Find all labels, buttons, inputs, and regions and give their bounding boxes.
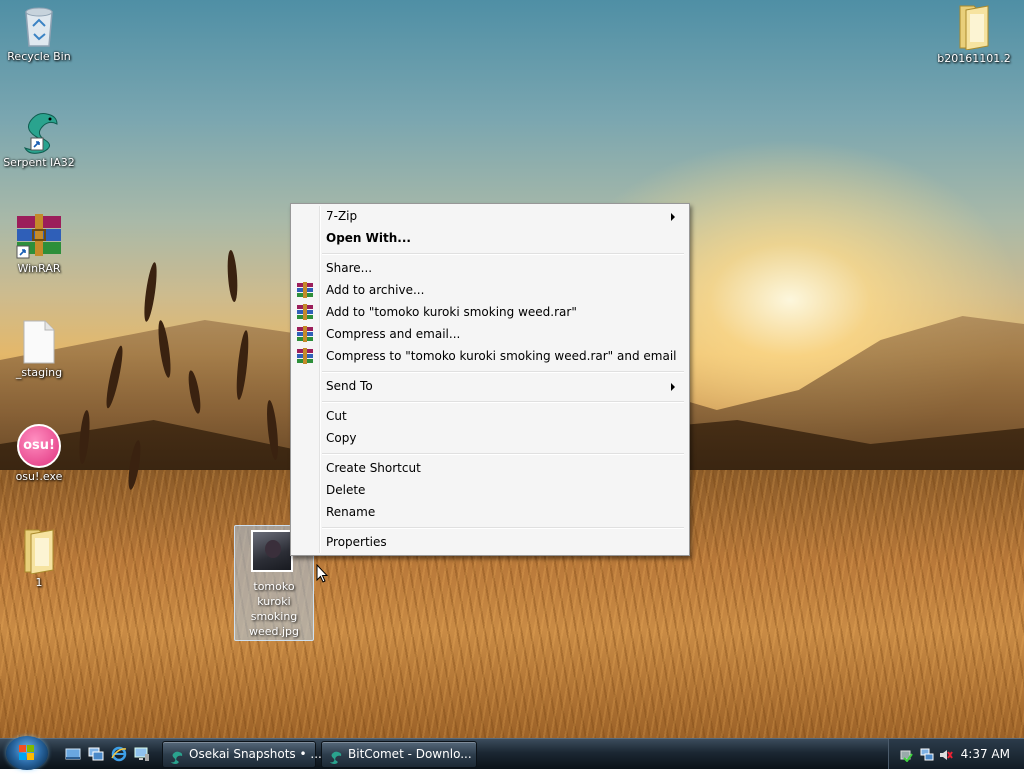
winrar-icon — [297, 348, 313, 364]
desktop-icon-folder-1[interactable]: 1 — [1, 526, 77, 590]
desktop-icon-recycle-bin[interactable]: Recycle Bin — [1, 4, 77, 64]
windows-logo-icon — [19, 745, 34, 760]
desktop-icon-folder-b20161101[interactable]: b20161101.2 — [936, 2, 1012, 66]
recycle-bin-icon — [21, 4, 57, 48]
desktop-icon-label: Recycle Bin — [7, 50, 71, 63]
menu-item-share[interactable]: Share... — [293, 257, 685, 279]
image-thumbnail-icon — [251, 530, 293, 572]
desktop-icon-label: 1 — [35, 576, 43, 589]
menu-item-compress-and-email[interactable]: Compress and email... — [293, 323, 685, 345]
menu-item-create-shortcut[interactable]: Create Shortcut — [293, 457, 685, 479]
taskbar-button-bitcomet[interactable]: BitComet - Downlo... — [321, 741, 477, 768]
safely-remove-icon[interactable] — [899, 747, 913, 763]
system-tray: 4:37 AM — [888, 739, 1024, 769]
desktop-icon-osu[interactable]: osu! osu!.exe — [1, 424, 77, 484]
desktop-icon-serpent-ia32[interactable]: Serpent IA32 — [1, 108, 77, 170]
osu-icon: osu! — [17, 424, 61, 468]
mouse-cursor-icon — [316, 564, 328, 583]
menu-separator — [322, 453, 684, 455]
winrar-icon — [297, 326, 313, 342]
menu-separator — [322, 371, 684, 373]
submenu-arrow-icon — [671, 213, 675, 221]
menu-item-compress-to-rar-and-email[interactable]: Compress to "tomoko kuroki smoking weed.… — [293, 345, 685, 367]
osu-badge-text: osu! — [23, 438, 55, 453]
menu-item-7zip[interactable]: 7-Zip — [293, 205, 685, 227]
show-desktop-icon[interactable] — [65, 746, 81, 762]
winrar-icon — [15, 214, 63, 260]
menu-item-open-with[interactable]: Open With... — [293, 227, 685, 249]
menu-item-add-to-rar[interactable]: Add to "tomoko kuroki smoking weed.rar" — [293, 301, 685, 323]
taskbar: Osekai Snapshots • ... BitComet - Downlo… — [0, 736, 1024, 770]
desktop-icon-label: Serpent IA32 — [3, 156, 75, 169]
menu-item-send-to[interactable]: Send To — [293, 375, 685, 397]
menu-separator — [322, 401, 684, 403]
selected-file-label: tomoko kuroki smoking weed.jpg — [248, 580, 300, 638]
switch-windows-icon[interactable] — [88, 746, 104, 762]
context-menu: 7-Zip Open With... Share... Add to archi… — [290, 203, 690, 556]
desktop-icon-label: WinRAR — [17, 262, 61, 275]
bitcomet-icon — [329, 748, 342, 764]
desktop-icon-label: b20161101.2 — [937, 52, 1011, 65]
menu-separator — [322, 527, 684, 529]
computer-icon[interactable] — [134, 746, 150, 762]
taskbar-button-osekai-snapshots[interactable]: Osekai Snapshots • ... — [162, 741, 322, 768]
desktop[interactable]: Recycle Bin Serpent IA32 WinRAR _staging… — [0, 0, 1024, 738]
folder-icon — [21, 526, 57, 575]
network-icon[interactable] — [920, 747, 934, 761]
taskbar-clock[interactable]: 4:37 AM — [961, 739, 1010, 769]
desktop-icon-label: osu!.exe — [15, 470, 63, 483]
desktop-icon-winrar[interactable]: WinRAR — [1, 214, 77, 276]
folder-icon — [956, 2, 992, 51]
serpent-icon — [170, 748, 183, 764]
menu-separator — [322, 253, 684, 255]
internet-explorer-icon[interactable] — [111, 746, 127, 762]
grass-stalk — [141, 261, 160, 323]
volume-muted-icon[interactable] — [939, 747, 953, 761]
winrar-icon — [297, 304, 313, 320]
winrar-icon — [297, 282, 313, 298]
document-icon — [23, 320, 55, 364]
grass-stalk — [226, 249, 239, 303]
menu-item-copy[interactable]: Copy — [293, 427, 685, 449]
menu-item-rename[interactable]: Rename — [293, 501, 685, 523]
menu-item-add-to-archive[interactable]: Add to archive... — [293, 279, 685, 301]
menu-item-cut[interactable]: Cut — [293, 405, 685, 427]
menu-item-properties[interactable]: Properties — [293, 531, 685, 553]
submenu-arrow-icon — [671, 383, 675, 391]
serpent-icon — [17, 108, 61, 154]
start-button[interactable] — [6, 736, 48, 770]
desktop-icon-label: _staging — [15, 366, 63, 379]
desktop-icon-staging[interactable]: _staging — [1, 320, 77, 380]
menu-item-delete[interactable]: Delete — [293, 479, 685, 501]
